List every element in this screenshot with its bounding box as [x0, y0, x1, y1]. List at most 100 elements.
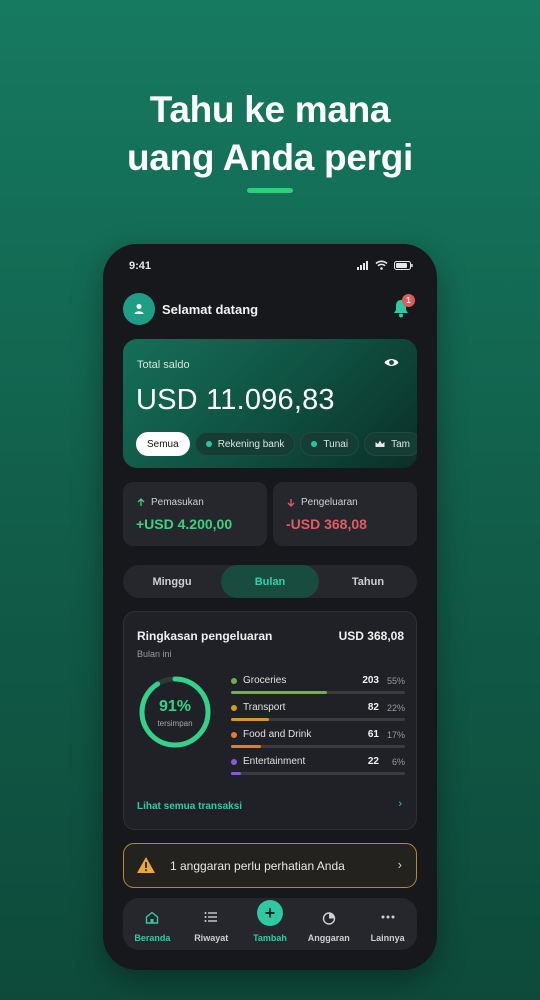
status-time: 9:41 — [129, 260, 152, 272]
chip-tunai[interactable]: Tunai — [300, 432, 360, 456]
signal-icon — [357, 260, 368, 270]
category-progress-fill — [231, 745, 261, 748]
category-percent: 6% — [391, 757, 405, 767]
category-percent: 22% — [386, 703, 405, 713]
category-progress-track — [231, 745, 405, 748]
category-percent: 55% — [386, 676, 405, 686]
notification-badge: 1 — [402, 294, 415, 307]
category-progress-track — [231, 772, 405, 775]
nav-lainnya[interactable]: Lainnya — [358, 898, 417, 950]
home-icon — [146, 911, 159, 924]
expense-label: Pengeluaran — [301, 497, 358, 508]
alert-text: 1 anggaran perlu perhatian Anda — [170, 859, 345, 873]
nav-anggaran[interactable]: Anggaran — [299, 898, 358, 950]
category-row[interactable]: Entertainment 22 6% — [231, 756, 405, 781]
category-amount: 203 — [362, 675, 379, 686]
category-dot — [231, 732, 237, 738]
category-progress-track — [231, 718, 405, 721]
pie-icon — [322, 912, 335, 925]
summary-subtitle: Bulan ini — [137, 649, 172, 659]
warning-icon — [137, 857, 155, 873]
income-label: Pemasukan — [151, 497, 204, 508]
bottom-nav: Beranda Riwayat + Tambah Anggaran Lainny… — [123, 898, 417, 950]
see-all-transactions-link[interactable]: Lihat semua transaksi — [137, 801, 242, 812]
budget-alert[interactable]: 1 anggaran perlu perhatian Anda › — [123, 843, 417, 888]
income-value: +USD 4.200,00 — [136, 516, 233, 532]
category-progress-fill — [231, 718, 270, 721]
balance-value: USD 11.096,83 — [136, 384, 335, 416]
chevron-right-icon[interactable]: › — [398, 798, 402, 810]
list-icon — [204, 912, 218, 922]
plus-icon[interactable]: + — [256, 900, 283, 926]
nav-beranda[interactable]: Beranda — [123, 898, 182, 950]
greeting-text: Selamat datang — [162, 302, 259, 317]
period-tabs: Minggu Bulan Tahun — [123, 565, 417, 598]
expense-card[interactable]: Pengeluaran -USD 368,08 — [273, 482, 417, 546]
income-label-row: Pemasukan — [137, 497, 204, 508]
category-amount: 61 — [367, 729, 379, 740]
spending-summary-card: Ringkasan pengeluaran USD 368,08 Bulan i… — [123, 611, 417, 830]
savings-percent: 91% — [158, 698, 192, 715]
headline-line-2: uang Anda pergi — [126, 137, 414, 178]
category-percent: 17% — [386, 730, 405, 740]
category-row[interactable]: Groceries 203 55% — [231, 675, 405, 700]
summary-amount: USD 368,08 — [338, 629, 404, 643]
user-icon — [134, 304, 144, 314]
category-progress-track — [231, 691, 405, 694]
avatar[interactable] — [123, 293, 155, 325]
tab-minggu[interactable]: Minggu — [123, 565, 221, 598]
nav-tambah[interactable]: + Tambah — [241, 898, 300, 950]
chevron-right-icon: › — [397, 857, 402, 872]
chip-label: Tam — [391, 438, 410, 450]
chip-label: Semua — [147, 438, 179, 450]
category-row[interactable]: Food and Drink 61 17% — [231, 729, 405, 754]
battery-icon — [394, 260, 413, 270]
chip-label: Tunai — [323, 438, 349, 450]
account-filter-chips: Semua Rekening bank Tunai Tam — [136, 432, 417, 456]
summary-title: Ringkasan pengeluaran — [137, 629, 273, 643]
nav-label: Riwayat — [194, 933, 229, 943]
category-row[interactable]: Transport 82 22% — [231, 702, 405, 727]
nav-riwayat[interactable]: Riwayat — [182, 898, 241, 950]
category-amount: 22 — [367, 756, 379, 767]
tab-tahun[interactable]: Tahun — [319, 565, 417, 598]
savings-caption: tersimpan — [157, 719, 193, 728]
phone-frame: 9:41 Selamat datang 1 Total saldo USD 11… — [103, 244, 437, 970]
nav-label: Anggaran — [307, 933, 350, 943]
dot-icon — [205, 441, 212, 447]
expense-value: -USD 368,08 — [286, 516, 367, 532]
crown-icon — [375, 440, 385, 447]
category-dot — [231, 678, 237, 684]
arrow-down-icon — [287, 499, 295, 507]
nav-label: Beranda — [134, 933, 171, 943]
status-icons — [357, 260, 413, 270]
headline-underline — [247, 188, 293, 193]
arrow-up-icon — [137, 498, 145, 506]
chip-tam[interactable]: Tam — [364, 432, 417, 456]
wifi-icon — [375, 260, 388, 270]
chip-rekening-bank[interactable]: Rekening bank — [194, 432, 296, 456]
category-name: Entertainment — [243, 756, 306, 767]
headline-line-1: Tahu ke mana — [149, 89, 391, 130]
eye-icon[interactable] — [384, 357, 399, 368]
expense-label-row: Pengeluaran — [287, 497, 358, 508]
more-icon — [381, 915, 395, 919]
chip-semua[interactable]: Semua — [136, 432, 190, 456]
income-card[interactable]: Pemasukan +USD 4.200,00 — [123, 482, 267, 546]
tab-bulan[interactable]: Bulan — [221, 565, 319, 598]
balance-card: Total saldo USD 11.096,83 Semua Rekening… — [123, 339, 417, 468]
promo-headline: Tahu ke mana uang Anda pergi — [0, 86, 540, 182]
category-amount: 82 — [367, 702, 379, 713]
balance-label: Total saldo — [137, 359, 190, 371]
chip-label: Rekening bank — [217, 438, 285, 450]
category-name: Transport — [243, 702, 286, 713]
nav-label: Tambah — [253, 933, 287, 943]
nav-label: Lainnya — [370, 933, 405, 943]
category-dot — [231, 759, 237, 765]
category-name: Food and Drink — [243, 729, 312, 740]
category-name: Groceries — [243, 675, 287, 686]
category-dot — [231, 705, 237, 711]
category-progress-fill — [231, 772, 242, 775]
category-progress-fill — [231, 691, 327, 694]
dot-icon — [311, 441, 318, 447]
